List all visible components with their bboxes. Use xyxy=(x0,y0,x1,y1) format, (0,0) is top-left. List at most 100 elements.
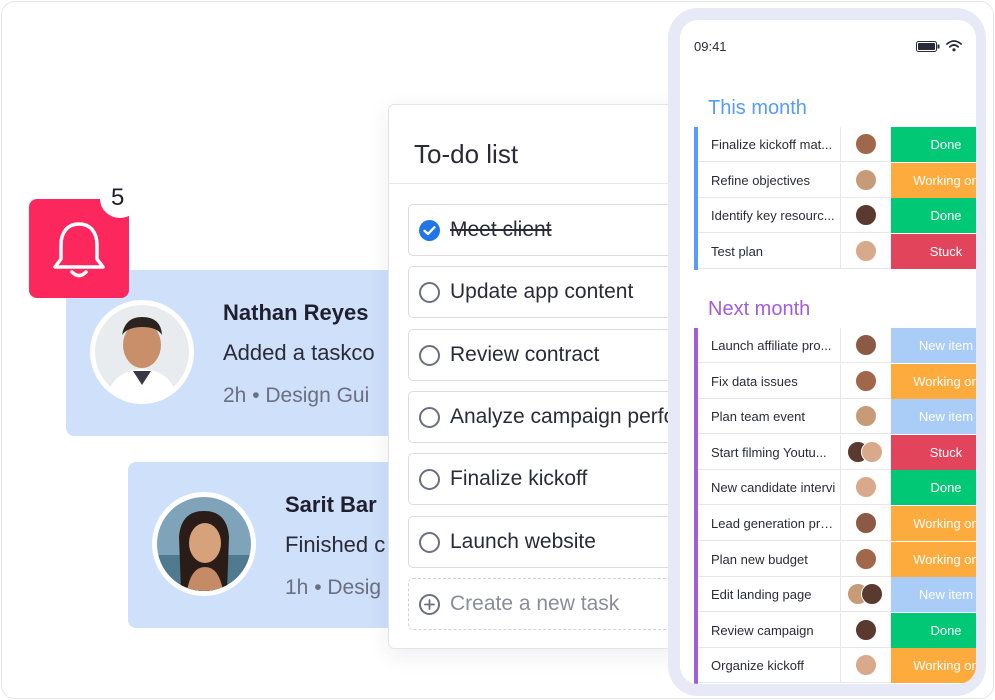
person-avatar xyxy=(861,583,883,606)
todo-item[interactable]: Review contract xyxy=(408,329,707,381)
people-cell[interactable] xyxy=(840,198,891,234)
group-color-bar xyxy=(694,470,698,507)
task-row[interactable]: Lead generation prese Working on xyxy=(694,506,976,542)
people-cell[interactable] xyxy=(840,541,891,577)
task-name: Launch affiliate pro... xyxy=(711,338,832,353)
person-avatar xyxy=(855,405,877,428)
task-row[interactable]: Plan team event New item xyxy=(694,399,976,436)
status-label: Working on xyxy=(913,516,976,531)
people-cell[interactable] xyxy=(840,434,891,470)
task-row[interactable]: Review campaign Done xyxy=(694,612,976,649)
status-label: Stuck xyxy=(929,444,963,460)
people-cell[interactable] xyxy=(840,470,891,506)
people-cell[interactable] xyxy=(840,648,891,684)
todo-item[interactable]: Finalize kickoff xyxy=(408,453,707,505)
task-row[interactable]: Fix data issues Working on xyxy=(694,363,976,400)
task-row[interactable]: Start filming Youtu... Stuck xyxy=(694,434,976,471)
people-cell[interactable] xyxy=(840,233,891,269)
task-name: Plan team event xyxy=(711,409,805,425)
people-cell[interactable] xyxy=(840,577,891,613)
task-row[interactable]: Plan new budget Working on xyxy=(694,541,976,578)
group-color-bar xyxy=(694,127,698,163)
task-row[interactable]: Launch affiliate pro... New item xyxy=(694,328,976,364)
group-color-bar xyxy=(694,198,698,235)
card-meta: 2h • Design Gui xyxy=(223,384,370,407)
group-color-bar xyxy=(694,363,698,400)
people-cell[interactable] xyxy=(840,363,891,399)
task-name: Lead generation prese xyxy=(711,516,839,531)
status-cell[interactable]: Done xyxy=(891,612,976,648)
task-name: Review campaign xyxy=(711,622,814,638)
status-cell[interactable]: Working on xyxy=(891,363,976,399)
task-row[interactable]: Test plan Stuck xyxy=(694,233,976,270)
task-name: New candidate intervi xyxy=(711,480,836,496)
status-cell[interactable]: Working on xyxy=(891,162,976,198)
status-cell[interactable]: Stuck xyxy=(891,233,976,269)
status-cell[interactable]: New item xyxy=(891,399,976,435)
task-name: Test plan xyxy=(711,243,764,259)
people-cell[interactable] xyxy=(840,328,891,363)
todo-item[interactable]: Analyze campaign perfo xyxy=(408,391,707,443)
create-task-button[interactable]: Create a new task xyxy=(408,578,707,630)
todo-item-label: Meet client xyxy=(450,218,552,241)
people-cell[interactable] xyxy=(840,612,891,648)
task-row[interactable]: Organize kickoff Working on xyxy=(694,648,976,684)
status-label: Stuck xyxy=(929,243,963,259)
checkbox-icon[interactable] xyxy=(419,532,440,553)
avatar xyxy=(152,492,256,596)
divider xyxy=(389,183,707,184)
card-message: Finished c xyxy=(285,532,386,557)
task-name: Finalize kickoff mat... xyxy=(711,137,833,152)
checkbox-icon[interactable] xyxy=(419,282,440,303)
status-cell[interactable]: Working on xyxy=(891,506,976,541)
task-row[interactable]: Refine objectives Working on xyxy=(694,162,976,199)
task-row[interactable]: New candidate intervi Done xyxy=(694,470,976,507)
status-cell[interactable]: Done xyxy=(891,470,976,506)
status-label: New item xyxy=(918,409,974,425)
person-avatar xyxy=(855,334,877,356)
people-cell[interactable] xyxy=(840,399,891,435)
task-name: Refine objectives xyxy=(711,172,810,188)
checkbox-icon[interactable] xyxy=(419,345,440,366)
status-label: Working on xyxy=(913,172,976,188)
task-name: Fix data issues xyxy=(711,373,798,389)
avatar xyxy=(90,300,194,404)
people-cell[interactable] xyxy=(840,506,891,541)
card-message: Added a taskco xyxy=(223,340,375,365)
checked-checkbox-icon[interactable] xyxy=(419,220,440,241)
group-color-bar xyxy=(694,233,698,270)
task-row[interactable]: Finalize kickoff mat... Done xyxy=(694,127,976,163)
group-color-bar xyxy=(694,506,698,542)
status-cell[interactable]: Done xyxy=(891,198,976,234)
status-cell[interactable]: Working on xyxy=(891,541,976,577)
task-row[interactable]: Edit landing page New item xyxy=(694,577,976,614)
status-cell[interactable]: Working on xyxy=(891,648,976,684)
people-cell[interactable] xyxy=(840,162,891,198)
todo-item[interactable]: Meet client xyxy=(408,204,707,256)
status-label: Working on xyxy=(913,658,976,674)
task-name: Organize kickoff xyxy=(711,658,804,674)
status-cell[interactable]: Stuck xyxy=(891,434,976,470)
person-avatar xyxy=(855,168,877,191)
status-label: Working on xyxy=(913,373,976,389)
group-color-bar xyxy=(694,434,698,471)
task-row[interactable]: Identify key resourc... Done xyxy=(694,198,976,235)
todo-item[interactable]: Launch website xyxy=(408,516,707,568)
group-color-bar xyxy=(694,162,698,199)
status-label: New item xyxy=(918,338,974,353)
checkbox-icon[interactable] xyxy=(419,469,440,490)
person-avatar xyxy=(855,369,877,392)
notification-card[interactable]: Sarit Bar Finished c 1h • Desig xyxy=(128,462,408,628)
person-avatar xyxy=(855,654,877,677)
notification-count-badge: 5 xyxy=(111,184,125,211)
todo-item[interactable]: Update app content xyxy=(408,266,707,318)
people-cell[interactable] xyxy=(840,127,891,162)
group-color-bar xyxy=(694,612,698,649)
todo-item-label: Finalize kickoff xyxy=(450,467,588,490)
card-name: Nathan Reyes xyxy=(223,300,369,325)
status-cell[interactable]: New item xyxy=(891,577,976,613)
checkbox-icon[interactable] xyxy=(419,407,440,428)
status-cell[interactable]: New item xyxy=(891,328,976,363)
person-avatar xyxy=(855,239,877,262)
status-cell[interactable]: Done xyxy=(891,127,976,162)
